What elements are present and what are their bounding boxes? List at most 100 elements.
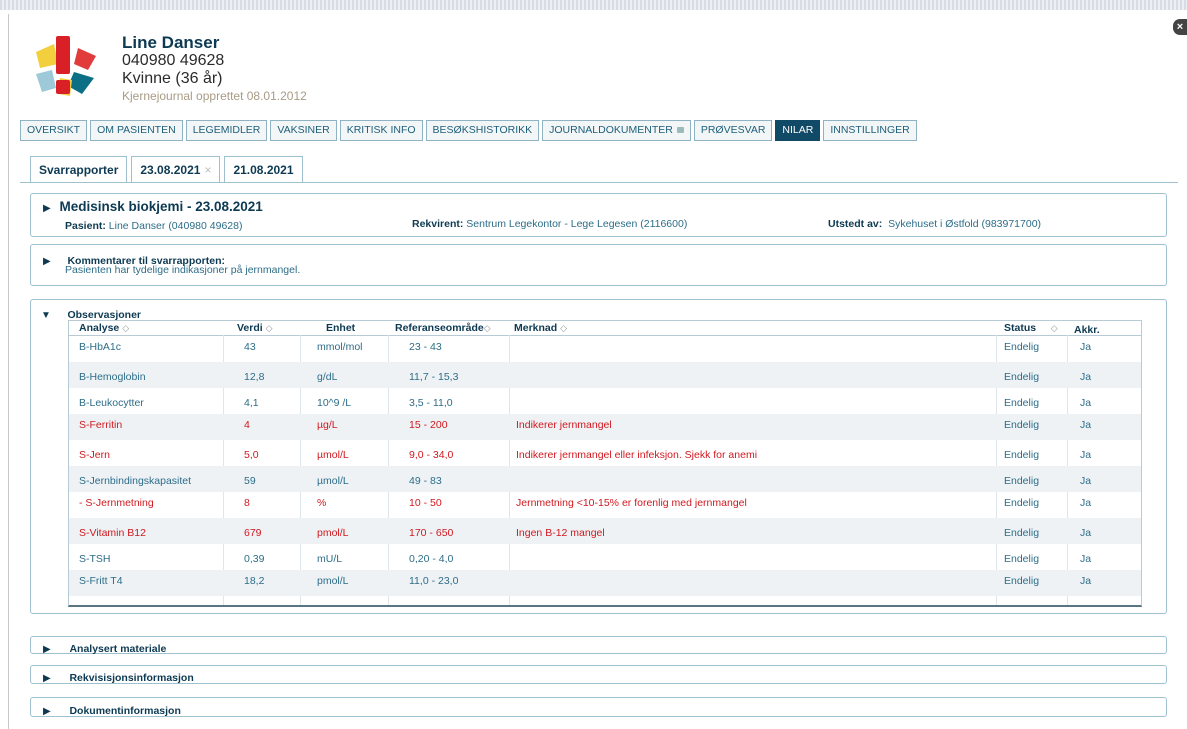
cell-ref: 11,7 - 15,3 [409, 371, 459, 383]
cell-akkr: Ja [1080, 449, 1092, 461]
report-tab[interactable]: Svarrapporter [30, 156, 128, 182]
table-row[interactable]: S-Vitamin B12 679 pmol/L 170 - 650 Ingen B-1… [69, 518, 1141, 544]
table-row[interactable]: - S-Jernmetning 8% 10 - 50 Jernmetning <10-… [69, 492, 1141, 518]
left-border [8, 14, 9, 729]
cell-ref: 15 - 200 [409, 419, 448, 431]
report-utstedt: Utstedt av: Sykehuset i Østfold (9839717… [828, 218, 1042, 230]
analysert-materiale-panel[interactable]: ▶ Analysert materiale [30, 636, 1167, 655]
cell-unit: µmol/L [317, 449, 349, 461]
comments-text: Pasienten har tydelige indikasjoner på j… [65, 264, 301, 276]
table-row[interactable]: S-Fritt T4 18,2 pmol/L 11,0 - 23,0 Endelig Ja [69, 570, 1141, 596]
cell-unit: 10^9 /L [317, 397, 352, 409]
table-row[interactable]: S-Ferritin 4 µg/L 15 - 200 Indikerer jernman… [69, 414, 1141, 440]
col-merknad[interactable]: Merknad ◇ [514, 321, 567, 335]
patient-header: Line Danser 040980 49628 Kvinne (36 år) … [122, 34, 307, 104]
cell-value: 8 [244, 497, 250, 509]
report-tab[interactable]: 23.08.2021 × [131, 156, 221, 182]
cell-value: 12,8 [244, 371, 265, 383]
cell-name: S-Jern [79, 449, 110, 461]
report-rekvirent: Rekvirent: Sentrum Legekontor - Lege Leg… [412, 218, 688, 230]
cell-akkr: Ja [1080, 575, 1092, 587]
sort-icon: ◇ [560, 323, 568, 333]
cell-value: 4 [244, 419, 250, 431]
cell-ref: 170 - 650 [409, 527, 454, 539]
cell-unit: µg/L [317, 419, 338, 431]
cell-name: B-Hemoglobin [79, 371, 146, 383]
panel-title: Rekvisisjonsinformasjon [69, 672, 194, 684]
col-referanse[interactable]: Referanseområde◇ [395, 321, 491, 335]
nav-tab-legemidler[interactable]: LEGEMIDLER [185, 120, 268, 141]
cell-status: Endelig [1004, 553, 1040, 565]
cell-ref: 3,5 - 11,0 [409, 397, 453, 409]
expand-icon: ▶ [43, 673, 51, 684]
cell-unit: mmol/mol [317, 341, 363, 353]
col-analyse[interactable]: Analyse ◇ [79, 321, 129, 335]
nav-tab-besøkshistorikk[interactable]: BESØKSHISTORIKK [425, 120, 540, 141]
cell-ref: 49 - 83 [409, 475, 442, 487]
cell-akkr: Ja [1080, 419, 1092, 431]
close-tab-icon[interactable]: × [204, 163, 211, 177]
cell-akkr: Ja [1080, 553, 1092, 565]
sort-icon: ◇ [1050, 323, 1058, 333]
cell-ref: 11,0 - 23,0 [409, 575, 459, 587]
cell-ref: 0,20 - 4,0 [409, 553, 454, 565]
cell-akkr: Ja [1080, 475, 1092, 487]
observations-panel: ▼ Observasjoner Analyse ◇ Verdi ◇ Enhet … [30, 299, 1167, 614]
cell-name: S-Fritt T4 [79, 575, 123, 587]
cell-status: Endelig [1004, 371, 1040, 383]
nav-tab-oversikt[interactable]: OVERSIKT [20, 120, 88, 141]
cell-status: Endelig [1004, 497, 1040, 509]
sort-icon: ◇ [483, 323, 491, 333]
table-row[interactable]: B-HbA1c 43 mmol/mol 23 - 43 Endelig Ja [69, 336, 1141, 362]
cell-akkr: Ja [1080, 527, 1092, 539]
cell-unit: % [317, 497, 327, 509]
cell-akkr: Ja [1080, 397, 1092, 409]
dokumentinformasjon-panel[interactable]: ▶ Dokumentinformasjon [30, 697, 1167, 717]
cell-value: 679 [244, 527, 262, 539]
lock-icon [676, 127, 684, 133]
cell-akkr: Ja [1080, 497, 1092, 509]
nav-tab-vaksiner[interactable]: VAKSINER [270, 120, 337, 141]
cell-ref: 9,0 - 34,0 [409, 449, 454, 461]
report-tab[interactable]: 21.08.2021 [224, 156, 303, 182]
nav-tab-nilar[interactable]: NILAR [775, 120, 821, 141]
col-status[interactable]: Status ◇ [1004, 321, 1058, 335]
table-row[interactable]: B-Leukocytter 4,1 10^9 /L 3,5 - 11,0 Endelig… [69, 388, 1141, 414]
cell-status: Endelig [1004, 397, 1040, 409]
cell-status: Endelig [1004, 341, 1040, 353]
table-row[interactable]: S-Jernbindingskapasitet 59 µmol/L 49 - 83 En… [69, 466, 1141, 492]
nav-tab-prøvesvar[interactable]: PRØVESVAR [693, 120, 773, 141]
collapse-icon: ▼ [41, 310, 51, 321]
nav-tab-journaldokumenter[interactable]: JOURNALDOKUMENTER [542, 120, 691, 141]
cell-status: Endelig [1004, 449, 1040, 461]
nav-tab-innstillinger[interactable]: INNSTILLINGER [823, 120, 917, 141]
cell-value: 18,2 [244, 575, 265, 587]
table-header: Analyse ◇ Verdi ◇ Enhet Referanseområde◇… [69, 321, 1141, 336]
table-row[interactable]: S-TSH 0,39 mU/L 0,20 - 4,0 Endelig Ja [69, 544, 1141, 570]
report-patient: Pasient: Line Danser (040980 49628) [65, 220, 243, 232]
col-verdi[interactable]: Verdi ◇ [237, 321, 273, 335]
rekvisisjonsinformasjon-panel[interactable]: ▶ Rekvisisjonsinformasjon [30, 665, 1167, 684]
sort-icon: ◇ [265, 323, 273, 333]
report-title-row[interactable]: ▶ Medisinsk biokjemi - 23.08.2021 [43, 198, 263, 216]
expand-icon: ▶ [43, 644, 51, 655]
sort-icon: ◇ [122, 323, 130, 333]
patient-gender-age: Kvinne (36 år) [122, 70, 223, 87]
top-strip [0, 0, 1187, 10]
cell-status: Endelig [1004, 419, 1040, 431]
report-header-panel: ▶ Medisinsk biokjemi - 23.08.2021 Pasien… [30, 193, 1167, 237]
cell-name: S-TSH [79, 553, 111, 565]
table-row[interactable]: S-Jern 5,0 µmol/L 9,0 - 34,0 Indikerer jernm… [69, 440, 1141, 466]
cell-status: Endelig [1004, 475, 1040, 487]
report-tabs: Svarrapporter 23.08.2021 × 21.08.2021 [30, 156, 307, 182]
tabs-divider [20, 182, 1178, 183]
cell-ref: 23 - 43 [409, 341, 442, 353]
nav-tab-om-pasienten[interactable]: OM PASIENTEN [90, 120, 183, 141]
close-icon[interactable]: × [1173, 19, 1187, 35]
cell-unit: pmol/L [317, 575, 349, 587]
cell-value: 4,1 [244, 397, 259, 409]
expand-icon: ▶ [43, 706, 51, 717]
cell-ref: 10 - 50 [409, 497, 442, 509]
nav-tab-kritisk-info[interactable]: KRITISK INFO [339, 120, 423, 141]
table-row[interactable]: B-Hemoglobin 12,8 g/dL 11,7 - 15,3 Endelig Ja [69, 362, 1141, 388]
